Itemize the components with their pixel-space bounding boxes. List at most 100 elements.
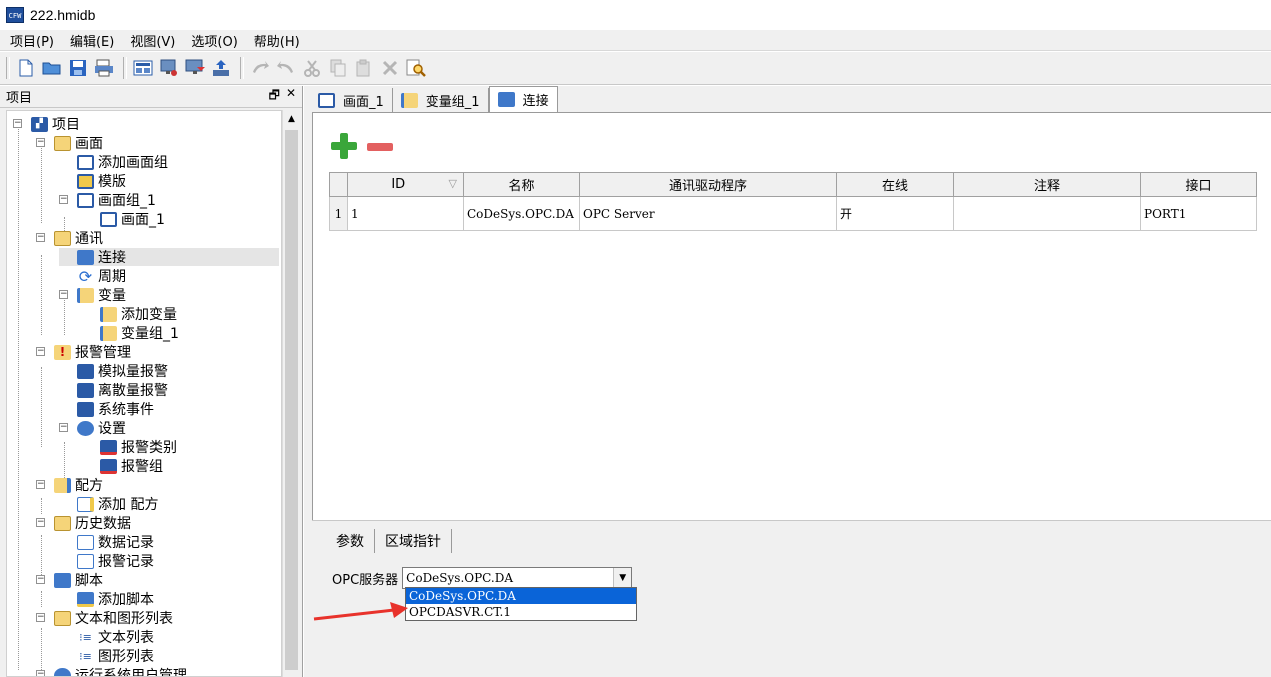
tree-item-cycle[interactable]: ⟳ 周期 [59,267,126,286]
tab-parameters[interactable]: 参数 [326,529,375,553]
variable-group-icon [400,92,418,108]
print-icon[interactable] [93,57,115,79]
row-number[interactable]: 1 [329,196,348,231]
paste-icon[interactable] [353,57,375,79]
chevron-down-icon[interactable]: ▼ [613,568,632,588]
collapse-toggle[interactable]: − [36,575,45,584]
tab-variable-group-1[interactable]: 变量组_1 [392,88,489,112]
tree-item-system-events[interactable]: 系统事件 [59,400,154,418]
tree-item-recipes[interactable]: − 配方 [36,476,103,494]
tab-screen-1[interactable]: 画面_1 [310,88,393,112]
open-folder-icon[interactable] [41,57,63,79]
col-header-id[interactable]: ID ▽ [347,172,464,197]
remove-connection-icon[interactable] [367,143,393,151]
collapse-toggle[interactable]: − [36,480,45,489]
tree-item-text-list[interactable]: ⁝≡ 文本列表 [59,628,154,646]
property-tabs: 参数 区域指针 [326,529,452,553]
opc-server-value: CoDeSys.OPC.DA [406,571,514,585]
tab-connection[interactable]: 连接 [488,86,558,112]
tree-item-variable-group-1[interactable]: 变量组_1 [82,324,179,342]
connection-icon [497,92,515,107]
tree-item-text-graphic-lists[interactable]: − 文本和图形列表 [36,609,173,627]
menu-help[interactable]: 帮助(H) [248,31,306,50]
opc-server-select[interactable]: CoDeSys.OPC.DA ▼ [402,567,633,589]
collapse-toggle[interactable]: − [36,347,45,356]
compile-icon[interactable] [132,57,154,79]
tree-item-alarm-management[interactable]: − ! 报警管理 [36,343,131,361]
collapse-toggle[interactable]: − [36,670,45,676]
cut-icon[interactable] [301,57,323,79]
collapse-toggle[interactable]: − [59,195,68,204]
scroll-thumb[interactable] [285,130,298,670]
collapse-toggle[interactable]: − [59,290,68,299]
dropdown-option-opcdasvr[interactable]: OPCDASVR.CT.1 [406,604,636,620]
add-connection-icon[interactable] [331,133,357,159]
tree-item-project[interactable]: − ▞ 项目 [13,115,80,133]
tree-item-template[interactable]: 模版 [59,172,126,190]
delete-icon[interactable] [379,57,401,79]
toolbar-grip[interactable] [6,57,10,79]
undo-icon[interactable] [249,57,271,79]
cell-online[interactable]: 开 [836,196,954,231]
col-header-name[interactable]: 名称 [463,172,580,197]
tree-item-alarm-log[interactable]: 报警记录 [59,552,154,570]
collapse-toggle[interactable]: − [13,119,22,128]
close-icon[interactable]: ✕ [286,86,296,107]
dropdown-option-codesys[interactable]: CoDeSys.OPC.DA [406,588,636,604]
collapse-toggle[interactable]: − [36,138,45,147]
tree-item-connection[interactable]: 连接 [59,248,279,266]
cell-name[interactable]: CoDeSys.OPC.DA [463,196,580,231]
cell-port[interactable]: PORT1 [1140,196,1257,231]
menu-project[interactable]: 项目(P) [4,31,60,50]
collapse-toggle[interactable]: − [36,613,45,622]
tree-item-add-screen-group[interactable]: 添加画面组 [59,153,168,171]
tree-item-add-variable[interactable]: 添加变量 [82,305,177,323]
tree-item-analog-alarm[interactable]: 模拟量报警 [59,362,168,380]
tree-item-screen-1[interactable]: 画面_1 [82,210,165,228]
menu-options[interactable]: 选项(O) [185,31,243,50]
toolbar-grip-3[interactable] [240,57,244,79]
cell-id[interactable]: 1 [347,196,464,231]
simulate-icon[interactable] [158,57,180,79]
new-file-icon[interactable] [15,57,37,79]
toolbar-grip-2[interactable] [123,57,127,79]
tab-area-pointer[interactable]: 区域指针 [375,529,452,553]
col-header-online[interactable]: 在线 [836,172,954,197]
menu-view[interactable]: 视图(V) [124,31,181,50]
collapse-toggle[interactable]: − [36,233,45,242]
menu-edit[interactable]: 编辑(E) [64,31,120,50]
tree-item-history[interactable]: − 历史数据 [36,514,131,532]
tree-item-settings[interactable]: − 设置 [59,419,126,437]
cell-comment[interactable] [953,196,1141,231]
table-row[interactable]: 1 1 CoDeSys.OPC.DA OPC Server 开 PORT1 [329,196,1257,231]
col-header-comment[interactable]: 注释 [953,172,1141,197]
tree-item-communication[interactable]: − 通讯 [36,229,103,247]
upload-icon[interactable] [210,57,232,79]
col-header-port[interactable]: 接口 [1140,172,1257,197]
tree-scrollbar[interactable]: ▲ [282,110,300,677]
tree-item-alarm-group[interactable]: 报警组 [82,457,163,475]
recipe-folder-icon [54,477,71,493]
tree-item-scripts[interactable]: − 脚本 [36,571,103,589]
tree-item-alarm-class[interactable]: 报警类别 [82,438,177,456]
tree-item-data-log[interactable]: 数据记录 [59,533,154,551]
col-header-driver[interactable]: 通讯驱动程序 [579,172,837,197]
scroll-up-arrow-icon[interactable]: ▲ [283,110,300,128]
redo-icon[interactable] [275,57,297,79]
collapse-toggle[interactable]: − [36,518,45,527]
tree-item-screen-group-1[interactable]: − 画面组_1 [59,191,156,209]
tree-item-screens[interactable]: − 画面 [36,134,103,152]
copy-icon[interactable] [327,57,349,79]
download-icon[interactable] [184,57,206,79]
tree-item-graphic-list[interactable]: ⁝≡ 图形列表 [59,647,154,665]
tree-item-variables[interactable]: − 变量 [59,286,126,304]
find-icon[interactable] [405,57,427,79]
tree-item-add-recipe[interactable]: 添加 配方 [59,495,158,513]
restore-icon[interactable]: 🗗 [269,86,280,107]
tree-item-discrete-alarm[interactable]: 离散量报警 [59,381,168,399]
collapse-toggle[interactable]: − [59,423,68,432]
tree-item-add-script[interactable]: 添加脚本 [59,590,154,608]
tree-item-runtime-user-admin[interactable]: − 运行系统用户管理 [36,666,187,676]
cell-driver[interactable]: OPC Server [579,196,837,231]
save-icon[interactable] [67,57,89,79]
